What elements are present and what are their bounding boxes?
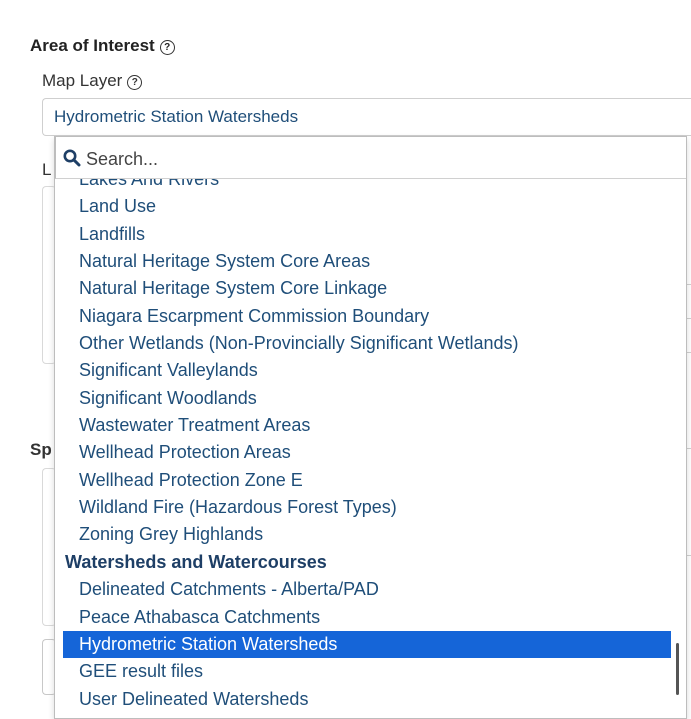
search-input[interactable] xyxy=(84,143,648,175)
option-group-header: Watersheds and Watercourses xyxy=(65,551,327,572)
option-item[interactable]: Wellhead Protection Areas xyxy=(55,439,671,466)
option-item[interactable]: Landfills xyxy=(55,221,671,248)
background-label-fragment: Sp xyxy=(30,440,52,459)
option-item[interactable]: Significant Valleylands xyxy=(55,357,671,384)
option-item[interactable]: Significant Woodlands xyxy=(55,385,671,412)
option-item[interactable]: Delineated Catchments - Alberta/PAD xyxy=(55,576,671,603)
option-item[interactable]: Other Wetlands (Non-Provincially Signifi… xyxy=(55,330,671,357)
map-layer-dropdown: Lakes And Rivers Land Use Landfills Natural… xyxy=(54,136,687,719)
option-item[interactable]: Natural Heritage System Core Linkage xyxy=(55,275,671,302)
option-item[interactable]: Peace Athabasca Catchments xyxy=(55,604,671,631)
map-layer-label: Map Layer? xyxy=(42,71,143,91)
option-item-selected[interactable]: Hydrometric Station Watersheds xyxy=(63,630,671,659)
option-list: Lakes And Rivers Land Use Landfills Natural… xyxy=(55,166,671,713)
option-item[interactable]: Niagara Escarpment Commission Boundary xyxy=(55,303,671,330)
help-icon[interactable]: ? xyxy=(159,40,175,55)
option-item[interactable]: Natural Heritage System Core Areas xyxy=(55,248,671,275)
section-title: Area of Interest? xyxy=(30,36,175,56)
option-item[interactable]: Wastewater Treatment Areas xyxy=(55,412,671,439)
option-item[interactable]: GEE result files xyxy=(55,658,671,685)
option-item[interactable]: Land Use xyxy=(55,193,671,220)
scrollbar-thumb[interactable] xyxy=(676,643,679,695)
search-row xyxy=(55,136,686,179)
map-layer-selected-value: Hydrometric Station Watersheds xyxy=(54,107,299,126)
map-layer-label-text: Map Layer xyxy=(42,71,123,90)
help-icon[interactable]: ? xyxy=(127,75,143,90)
option-item[interactable]: Wellhead Protection Zone E xyxy=(55,467,671,494)
option-item[interactable]: Zoning Grey Highlands xyxy=(55,521,671,548)
option-item[interactable]: User Delineated Watersheds xyxy=(55,686,671,713)
option-item[interactable]: Wildland Fire (Hazardous Forest Types) xyxy=(55,494,671,521)
section-title-text: Area of Interest xyxy=(30,36,155,55)
map-layer-select[interactable]: Hydrometric Station Watersheds xyxy=(42,98,691,136)
search-icon xyxy=(63,149,81,167)
background-label-fragment: L xyxy=(42,160,52,179)
